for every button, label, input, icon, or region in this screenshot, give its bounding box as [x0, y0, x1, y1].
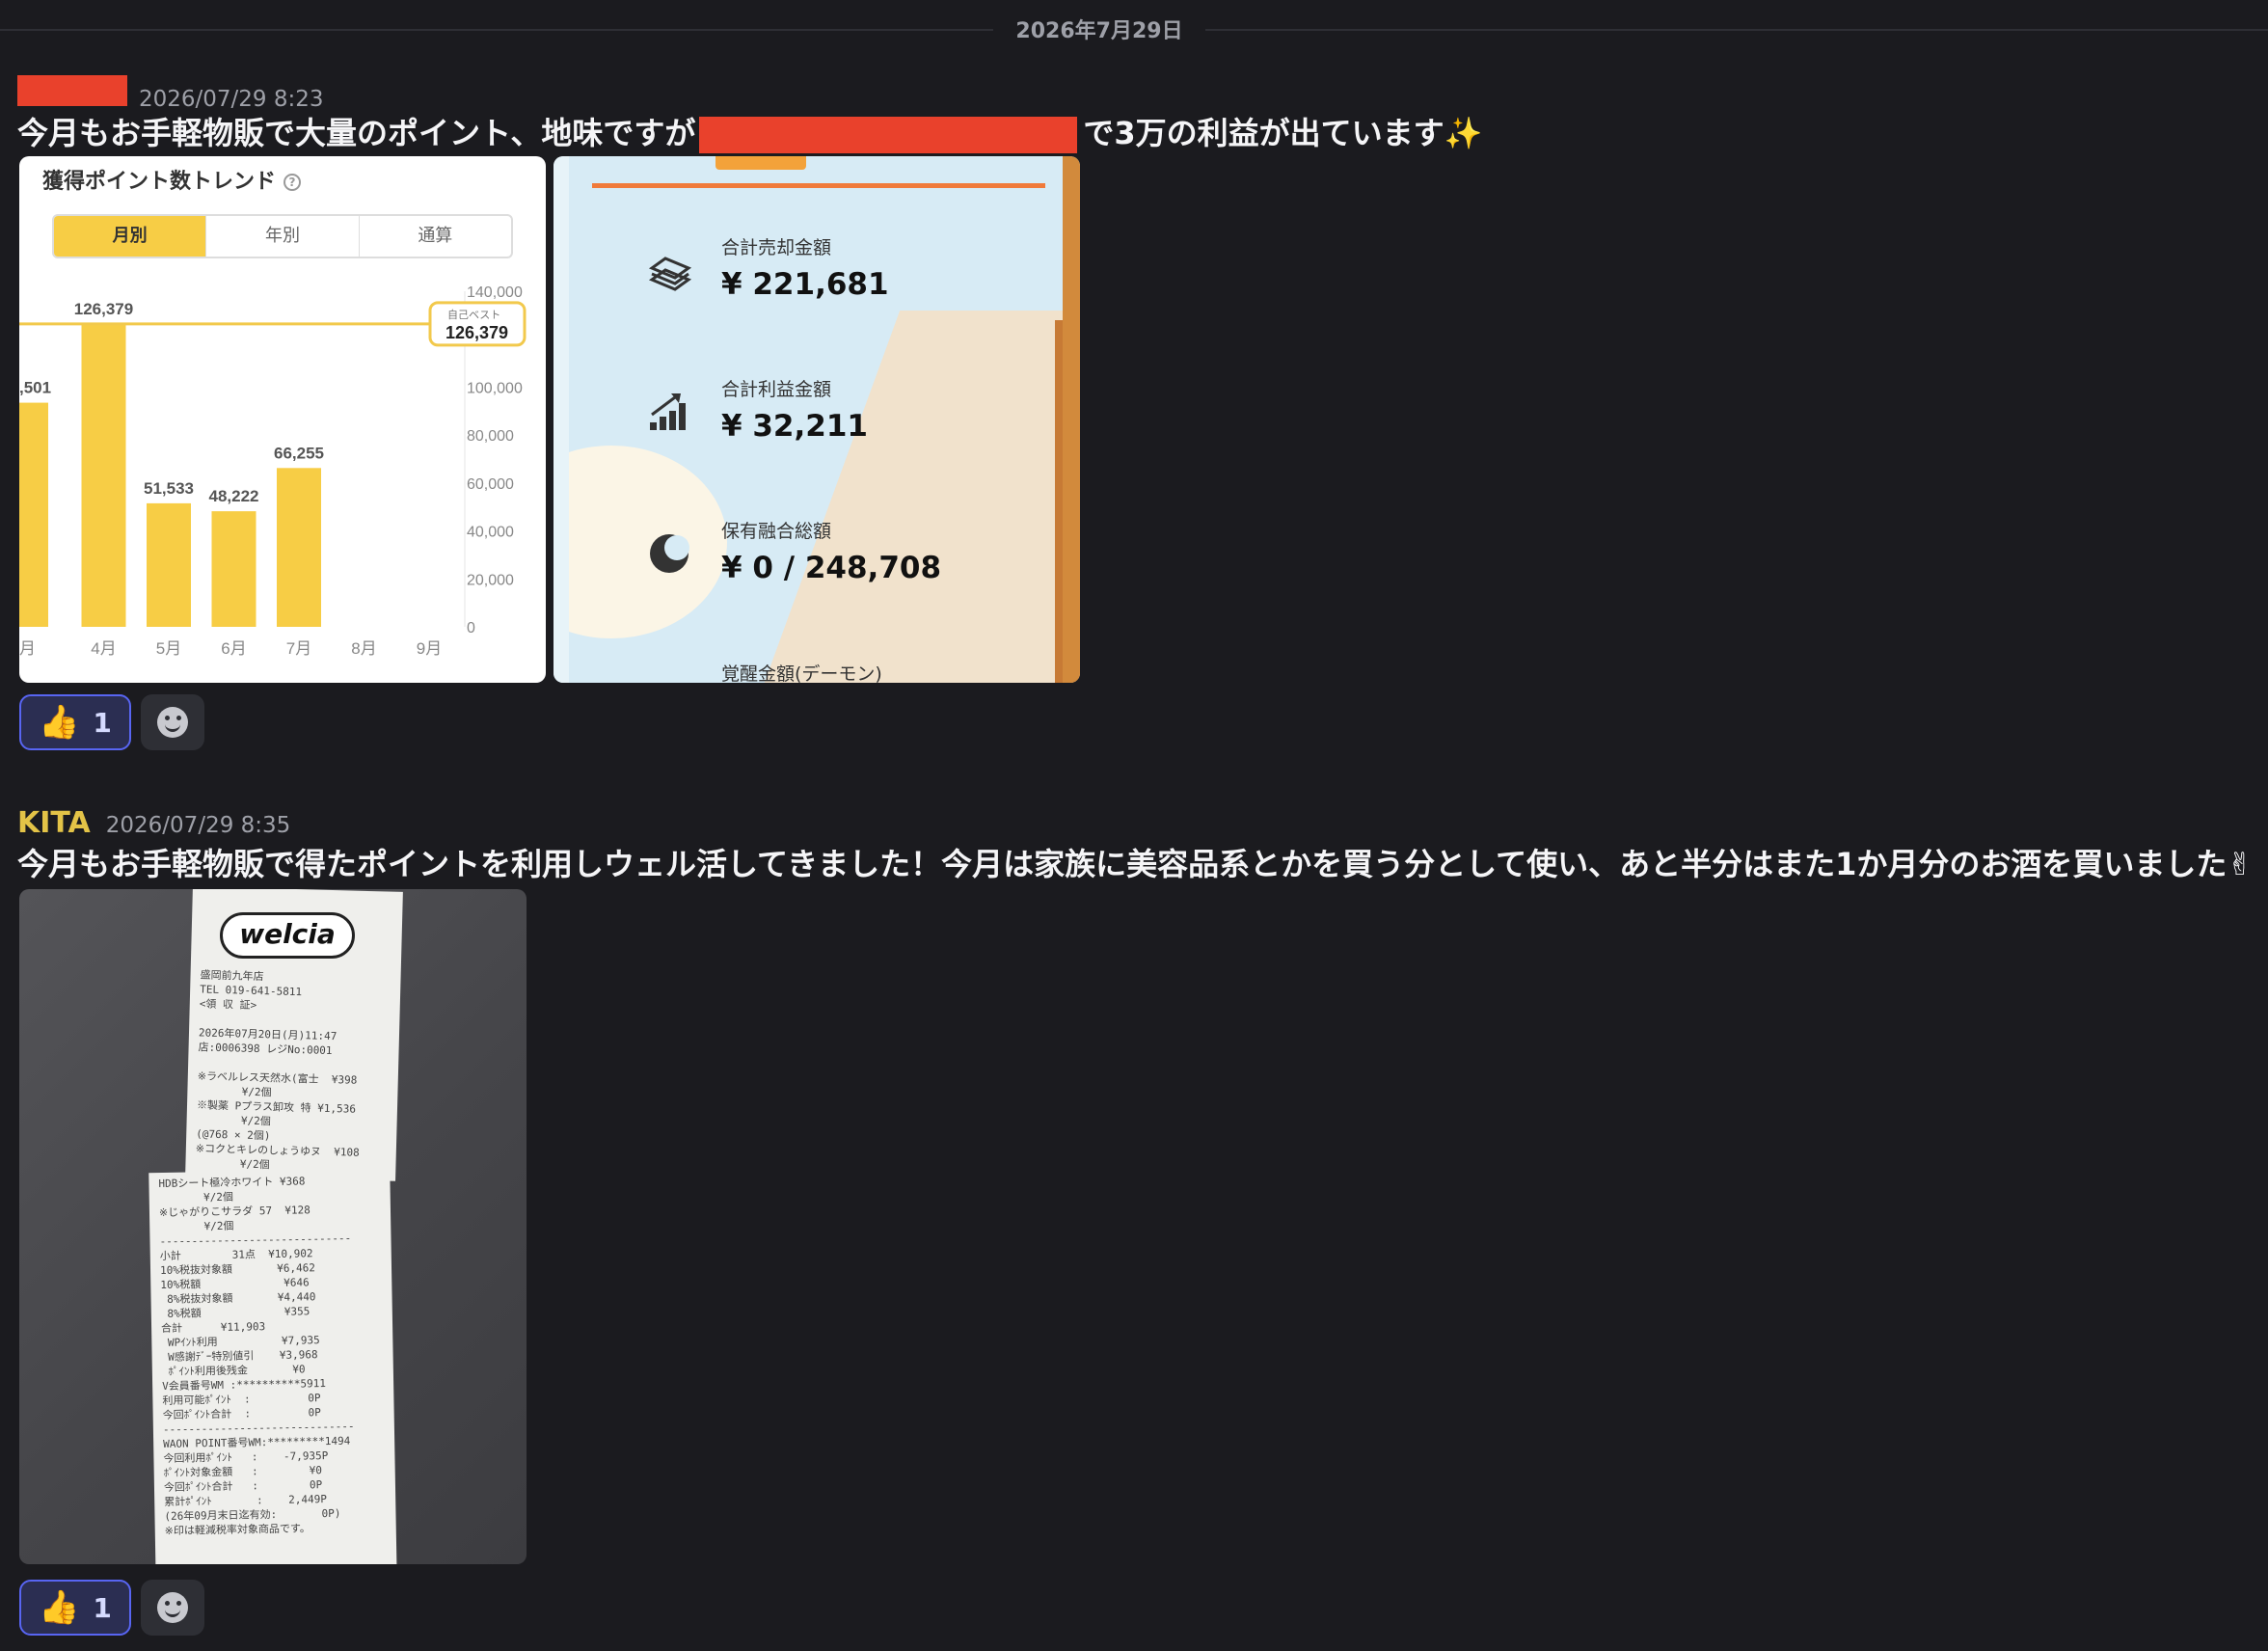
best-badge-label: 自己ベスト — [447, 309, 500, 321]
add-reaction-button[interactable] — [140, 694, 204, 750]
y-tick-label: 0 — [467, 620, 475, 636]
summary-profit-label: 合計利益金額 — [721, 379, 832, 400]
y-tick-label: 40,000 — [467, 525, 514, 541]
card-edge-left — [554, 156, 569, 683]
reactions-message-2: 👍 1 — [19, 1580, 204, 1636]
card-edge-right — [1063, 156, 1080, 683]
chart-bar — [211, 511, 256, 627]
bar-growth-icon — [650, 393, 686, 430]
message-header: KITA 2026/07/29 8:35 — [17, 806, 2253, 841]
reaction-count: 1 — [93, 706, 112, 739]
victory-hand-emoji: ✌ — [2227, 846, 2254, 882]
header-underline — [592, 183, 1045, 188]
summary-awaken-label: 覚醒金額(デーモン) — [721, 663, 882, 683]
receipt-bottom-text: HDBシート極冷ホワイト ¥368 ¥/2個 ※じゃがりこサラダ 57 ¥128… — [158, 1175, 355, 1537]
y-tick-label: 20,000 — [467, 572, 514, 588]
thumbs-up-icon: 👍 — [39, 1588, 80, 1627]
chart-bar — [277, 468, 321, 627]
summary-holdings-value: ¥ 0 / 248,708 — [721, 551, 942, 585]
message-header: 2026/07/29 8:23 — [17, 75, 1483, 112]
summary-profit-total: 合計利益金額 ¥ 32,211 — [721, 375, 868, 444]
thumbs-up-icon: 👍 — [39, 703, 80, 742]
message-text: 今月もお手軽物販で得たポイントを利用しウェル活してきました！今月は家族に美容品系… — [17, 841, 2253, 887]
sales-summary-image[interactable]: 合計売却金額 ¥ 221,681 合計利益金額 ¥ 32,211 保有融合総額 … — [554, 156, 1080, 683]
receipt-photo[interactable]: 盛岡前九年店 TEL 019-641-5811 <領 収 証> 2026年07月… — [19, 889, 526, 1564]
bar-value-label: 51,533 — [144, 479, 194, 498]
bar-value-label: ,501 — [19, 379, 51, 397]
points-bar-chart: 140,000 100,000 80,000 60,000 40,000 20,000 0,… — [19, 284, 526, 658]
y-tick-label: 140,000 — [467, 284, 523, 301]
x-tick-label: 8月 — [351, 639, 376, 658]
redacted-author — [17, 75, 127, 106]
chart-bar — [81, 323, 126, 627]
bar-value-label: 126,379 — [74, 300, 133, 318]
divider-line-right — [1205, 29, 2268, 31]
x-tick-label: 4月 — [91, 639, 116, 658]
points-trend-image[interactable]: 獲得ポイント数トレンド? 月別 年別 通算 140,000 100,000 80,0… — [19, 156, 546, 683]
add-reaction-icon — [156, 1592, 188, 1623]
message-text-part-1: 今月もお手軽物販で大量のポイント、地味ですが — [17, 115, 696, 151]
x-tick-label: 9月 — [417, 639, 442, 658]
summary-profit-value: ¥ 32,211 — [721, 409, 868, 444]
best-badge-value: 126,379 — [446, 323, 508, 342]
message-author[interactable]: KITA — [17, 806, 91, 840]
bar-value-label: 48,222 — [209, 487, 259, 505]
summary-awaken-total: 覚醒金額(デーモン) — [721, 660, 882, 683]
y-tick-label: 60,000 — [467, 476, 514, 493]
reactions-message-1: 👍 1 — [19, 694, 204, 750]
add-reaction-button[interactable] — [140, 1580, 204, 1636]
message-timestamp: 2026/07/29 8:23 — [139, 87, 324, 112]
summary-sales-value: ¥ 221,681 — [721, 267, 889, 302]
header-tab-decoration — [716, 156, 806, 170]
thumbs-up-reaction[interactable]: 👍 1 — [19, 1580, 131, 1636]
building-decoration — [688, 311, 1080, 683]
thumbs-up-reaction[interactable]: 👍 1 — [19, 694, 131, 750]
chart-bar — [147, 502, 191, 627]
message-2: KITA 2026/07/29 8:35 今月もお手軽物販で得たポイントを利用し… — [17, 806, 2253, 887]
redacted-text — [699, 117, 1078, 153]
summary-sales-total: 合計売却金額 ¥ 221,681 — [721, 233, 889, 302]
message-text-body: 今月もお手軽物販で得たポイントを利用しウェル活してきました！今月は家族に美容品系… — [17, 846, 2228, 882]
add-reaction-icon — [156, 707, 188, 738]
y-tick-label: 80,000 — [467, 428, 514, 445]
receipt-bottom-part: HDBシート極冷ホワイト ¥368 ¥/2個 ※じゃがりこサラダ 57 ¥128… — [148, 1168, 397, 1564]
chart-bar — [19, 402, 48, 627]
date-divider: 2026年7月29日 — [0, 0, 2268, 58]
x-tick-label: 月 — [19, 639, 36, 658]
summary-holdings-total: 保有融合総額 ¥ 0 / 248,708 — [721, 517, 941, 585]
crescent-icon — [650, 534, 689, 573]
reaction-count: 1 — [93, 1591, 112, 1624]
message-1: 2026/07/29 8:23 今月もお手軽物販で大量のポイント、地味ですが で3… — [17, 75, 1483, 156]
cloud-decoration — [554, 446, 727, 638]
bar-value-label: 66,255 — [274, 444, 324, 462]
sparkles-emoji: ✨ — [1444, 115, 1483, 151]
summary-sales-label: 合計売却金額 — [721, 237, 832, 258]
x-tick-label: 6月 — [221, 639, 246, 658]
x-tick-label: 5月 — [156, 639, 181, 658]
message-text: 今月もお手軽物販で大量のポイント、地味ですが で3万の利益が出ています✨ — [17, 110, 1483, 156]
x-tick-label: 7月 — [286, 639, 311, 658]
money-stack-icon — [648, 257, 692, 291]
message-timestamp: 2026/07/29 8:35 — [105, 813, 291, 838]
summary-holdings-label: 保有融合総額 — [721, 521, 832, 542]
welcia-logo: welcia — [220, 912, 355, 959]
y-tick-label: 100,000 — [467, 380, 523, 396]
message-text-part-2: で3万の利益が出ています — [1083, 115, 1444, 151]
